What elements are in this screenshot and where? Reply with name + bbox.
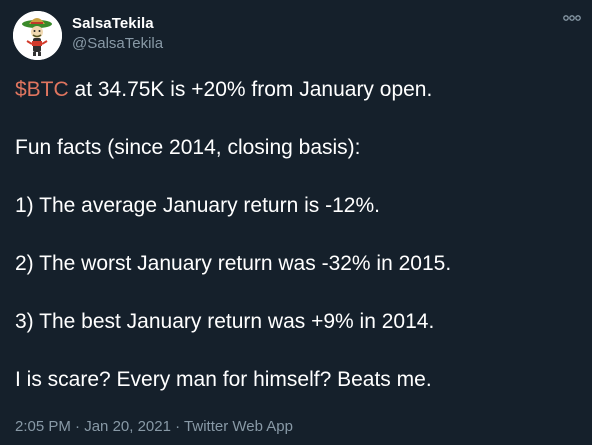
avatar-image-icon: [13, 11, 62, 60]
tweet-source[interactable]: Twitter Web App: [184, 418, 293, 435]
tweet-timestamp-date[interactable]: Jan 20, 2021: [84, 418, 171, 435]
separator: ·: [70, 418, 85, 435]
avatar[interactable]: [13, 11, 62, 60]
tweet-line: 1) The average January return is -12%.: [15, 194, 380, 217]
tweet-line: 3) The best January return was +9% in 20…: [15, 310, 435, 333]
tweet-line: I is scare? Every man for himself? Beats…: [15, 368, 432, 391]
tweet-text: $BTC at 34.75K is +20% from January open…: [15, 75, 575, 423]
separator: ·: [170, 418, 185, 435]
tweet-line: $BTC at 34.75K is +20% from January open…: [15, 75, 575, 104]
cashtag-link[interactable]: $BTC: [15, 78, 69, 101]
author-display-name[interactable]: SalsaTekila: [72, 15, 154, 32]
tweet-timestamp-time[interactable]: 2:05 PM: [15, 418, 71, 435]
tweet-line: Fun facts (since 2014, closing basis):: [15, 136, 361, 159]
tweet-card: SalsaTekila @SalsaTekila $BTC at 34.75K …: [0, 0, 592, 445]
tweet-line: 2) The worst January return was -32% in …: [15, 252, 452, 275]
tweet-line-text: at 34.75K is +20% from January open.: [68, 78, 433, 101]
tweet-metadata: 2:05 PM · Jan 20, 2021 · Twitter Web App: [15, 418, 293, 435]
more-icon[interactable]: [563, 12, 581, 24]
author-handle[interactable]: @SalsaTekila: [72, 35, 163, 52]
